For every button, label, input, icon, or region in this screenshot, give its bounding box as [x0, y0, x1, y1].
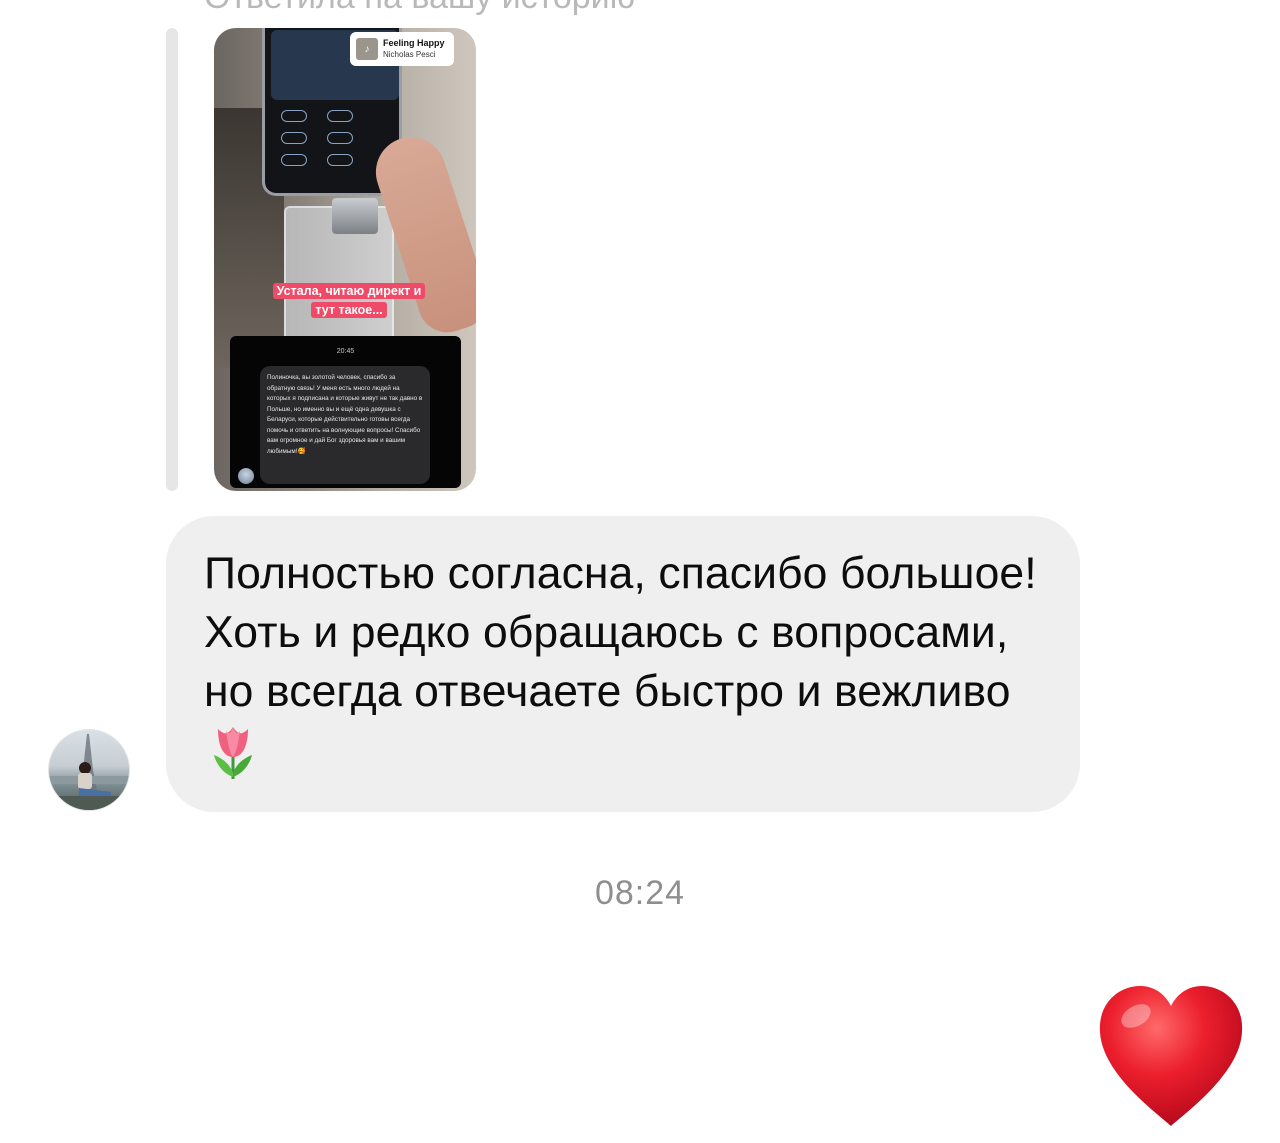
story-caption-line1: Устала, читаю директ и [272, 283, 426, 299]
music-title: Feeling Happy [383, 38, 445, 48]
story-caption: Устала, читаю директ и тут такое... [246, 282, 452, 320]
music-sticker[interactable]: ♪ Feeling Happy Nicholas Pesci [350, 32, 454, 66]
story-reply-accent-bar [166, 28, 178, 491]
red-heart-emoji[interactable] [1096, 984, 1246, 1135]
message-text: Полностью согласна, спасибо большое! Хот… [204, 549, 1037, 716]
dm-screenshot-avatar [238, 468, 254, 484]
music-note-icon: ♪ [356, 38, 378, 60]
message-timestamp: 08:24 [594, 874, 686, 912]
story-preview[interactable]: ♪ Feeling Happy Nicholas Pesci Устала, ч… [214, 28, 476, 491]
story-caption-line2: тут такое... [311, 302, 387, 318]
dm-screenshot-time: 20:45 [336, 348, 355, 355]
music-artist: Nicholas Pesci [383, 50, 436, 59]
tulip-emoji [208, 721, 258, 796]
dm-screenshot-message: Полиночка, вы золотой человек, спасибо з… [260, 366, 430, 484]
dm-thread: Ответила на вашу историю ♪ Feeling Happy… [0, 0, 1280, 1143]
coffee-spout [332, 198, 378, 234]
message-bubble[interactable]: Полностью согласна, спасибо большое! Хот… [166, 516, 1080, 812]
story-reply-header: Ответила на вашу историю [204, 0, 635, 17]
dm-screenshot: 20:45 Полиночка, вы золотой человек, спа… [230, 336, 461, 488]
sender-avatar[interactable] [48, 729, 130, 811]
